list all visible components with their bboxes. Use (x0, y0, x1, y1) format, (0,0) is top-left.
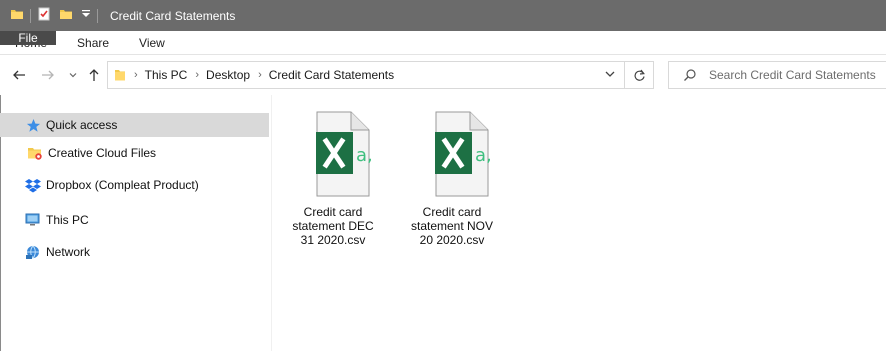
folder-icon (114, 68, 126, 82)
up-button[interactable] (84, 65, 104, 85)
breadcrumb-this-pc[interactable]: This PC (145, 68, 188, 82)
chevron-right-icon[interactable]: › (134, 69, 138, 81)
folder-icon[interactable] (10, 7, 24, 24)
nav-item-network[interactable]: Network (0, 240, 269, 264)
window-title: Credit Card Statements (110, 8, 236, 23)
file-name: Credit card statement NOV 20 2020.csv (410, 205, 494, 247)
properties-icon[interactable] (37, 7, 51, 24)
refresh-button[interactable] (625, 61, 654, 89)
nav-item-label: Dropbox (Compleat Product) (46, 178, 199, 192)
file-item[interactable]: a, Credit card statement DEC 31 2020.csv (276, 111, 390, 247)
ribbon-tabs: File Home Share View (0, 31, 886, 55)
breadcrumb-credit-card-statements[interactable]: Credit Card Statements (269, 68, 394, 82)
search-icon (684, 69, 696, 81)
file-name: Credit card statement DEC 31 2020.csv (292, 205, 374, 247)
chevron-down-icon (605, 71, 615, 77)
navigation-bar: › This PC › Desktop › Credit Card Statem… (0, 55, 886, 95)
excel-csv-icon: a, (295, 111, 373, 197)
refresh-icon (633, 69, 645, 81)
nav-item-creative-cloud-files[interactable]: Creative Cloud Files (0, 141, 269, 165)
forward-arrow-icon (42, 70, 54, 80)
dropbox-icon (25, 177, 41, 193)
address-dropdown-button[interactable] (604, 68, 616, 83)
recent-locations-button[interactable] (63, 65, 83, 85)
quick-access-toolbar (10, 7, 104, 24)
address-bar[interactable]: › This PC › Desktop › Credit Card Statem… (107, 61, 625, 89)
chevron-right-icon[interactable]: › (258, 69, 262, 81)
breadcrumb-desktop[interactable]: Desktop (206, 68, 250, 82)
nav-item-this-pc[interactable]: This PC (0, 208, 269, 232)
back-arrow-icon (13, 70, 25, 80)
network-icon (25, 244, 41, 260)
search-input[interactable]: Search Credit Card Statements (709, 68, 876, 82)
excel-csv-icon: a, (414, 111, 492, 197)
tab-share[interactable]: Share (61, 31, 123, 54)
new-folder-icon[interactable] (59, 7, 73, 24)
file-item[interactable]: a, Credit card statement NOV 20 2020.csv (395, 111, 509, 247)
nav-item-label: This PC (46, 213, 89, 227)
nav-item-dropbox[interactable]: Dropbox (Compleat Product) (0, 173, 269, 197)
nav-item-label: Quick access (46, 118, 118, 132)
title-bar: Credit Card Statements (0, 0, 886, 31)
star-icon (25, 117, 41, 133)
svg-text:a,: a, (475, 145, 490, 166)
svg-text:a,: a, (356, 145, 371, 166)
up-arrow-icon (89, 69, 99, 81)
computer-icon (25, 212, 41, 228)
nav-item-quick-access[interactable]: Quick access (0, 113, 269, 137)
nav-item-label: Creative Cloud Files (48, 146, 157, 160)
chevron-down-icon (69, 73, 77, 78)
nav-item-label: Network (46, 245, 91, 259)
forward-button[interactable] (38, 65, 58, 85)
creative-cloud-folder-icon (27, 145, 43, 161)
tab-view[interactable]: View (123, 31, 179, 54)
search-box[interactable]: Search Credit Card Statements (668, 61, 886, 89)
chevron-right-icon[interactable]: › (195, 69, 199, 81)
tab-file[interactable]: File (0, 31, 56, 45)
back-button[interactable] (9, 65, 29, 85)
navigation-pane: Quick access Creative Cloud Files Dropbo… (0, 104, 271, 351)
customize-toolbar-icon[interactable] (81, 8, 91, 23)
